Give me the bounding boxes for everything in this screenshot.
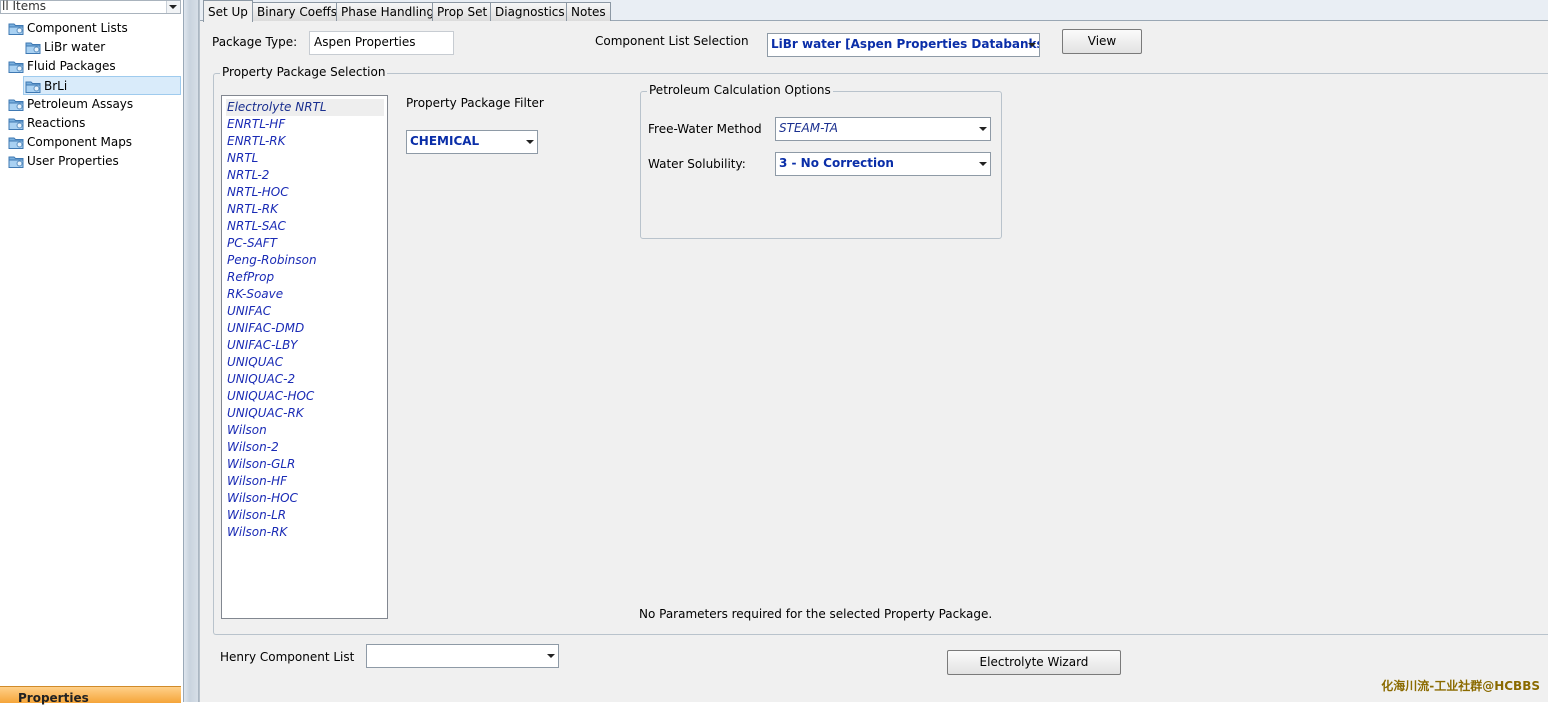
folder-icon xyxy=(8,59,24,74)
tree-item-label: User Properties xyxy=(27,154,119,168)
tree-item-label: Component Maps xyxy=(27,135,133,149)
tree-item-brli[interactable]: BrLi xyxy=(23,76,181,95)
tree-item-user-properties[interactable]: User Properties xyxy=(8,152,170,171)
property-package-item[interactable]: NRTL-SAC xyxy=(226,218,384,235)
package-type-label: Package Type: xyxy=(212,35,298,49)
folder-icon xyxy=(8,97,24,112)
property-package-item[interactable]: Wilson-LR xyxy=(226,507,384,524)
chevron-down-icon[interactable] xyxy=(1025,34,1039,56)
tree-item-label: Reactions xyxy=(27,116,86,130)
watermark-text: 化海川流-工业社群@HCBBS xyxy=(1381,679,1540,693)
property-package-item[interactable]: ENRTL-HF xyxy=(226,116,384,133)
tab-phase-handling[interactable]: Phase Handling xyxy=(336,2,440,21)
property-package-item[interactable]: Wilson-HOC xyxy=(226,490,384,507)
free-water-method-label: Free-Water Method xyxy=(648,122,762,136)
free-water-method-select[interactable]: STEAM-TA xyxy=(775,117,991,141)
no-parameters-message: No Parameters required for the selected … xyxy=(639,607,993,621)
property-package-item[interactable]: Wilson-2 xyxy=(226,439,384,456)
folder-icon xyxy=(8,135,24,150)
property-package-item[interactable]: NRTL xyxy=(226,150,384,167)
property-package-item[interactable]: RefProp xyxy=(226,269,384,286)
tree-item-label: Fluid Packages xyxy=(27,59,116,73)
property-package-item[interactable]: NRTL-2 xyxy=(226,167,384,184)
fluid-package-editor: Set Up Binary Coeffs Phase Handling Prop… xyxy=(199,0,1548,702)
package-type-field[interactable]: Aspen Properties xyxy=(309,31,454,55)
tab-set-up[interactable]: Set Up xyxy=(203,0,253,22)
tree-item-label: Petroleum Assays xyxy=(27,97,134,111)
chevron-down-icon[interactable] xyxy=(976,118,990,140)
folder-icon xyxy=(25,79,41,94)
folder-icon xyxy=(8,154,24,169)
property-package-item[interactable]: Peng-Robinson xyxy=(226,252,384,269)
property-package-item[interactable]: PC-SAFT xyxy=(226,235,384,252)
tab-binary-coeffs[interactable]: Binary Coeffs xyxy=(252,2,342,21)
property-package-item[interactable]: ENRTL-RK xyxy=(226,133,384,150)
property-package-item[interactable]: NRTL-RK xyxy=(226,201,384,218)
property-package-item[interactable]: UNIQUAC-RK xyxy=(226,405,384,422)
property-package-item[interactable]: UNIQUAC-2 xyxy=(226,371,384,388)
properties-section-bar[interactable]: Properties xyxy=(0,686,181,705)
property-package-item[interactable]: UNIQUAC xyxy=(226,354,384,371)
petroleum-calculation-options-title: Petroleum Calculation Options xyxy=(647,83,833,97)
tree-item-reactions[interactable]: Reactions xyxy=(8,114,170,133)
tree-item-label: BrLi xyxy=(44,79,68,93)
tree-item-label: Component Lists xyxy=(27,21,128,35)
pane-splitter[interactable] xyxy=(183,0,199,702)
electrolyte-wizard-button[interactable]: Electrolyte Wizard xyxy=(947,650,1121,675)
tree-item-component-maps[interactable]: Component Maps xyxy=(8,133,170,152)
component-list-select[interactable]: LiBr water [Aspen Properties Databanks] xyxy=(767,33,1040,57)
property-package-item[interactable]: Wilson xyxy=(226,422,384,439)
free-water-method-value: STEAM-TA xyxy=(779,121,838,135)
chevron-down-icon[interactable] xyxy=(523,131,537,153)
chevron-down-icon[interactable] xyxy=(976,153,990,175)
tab-notes[interactable]: Notes xyxy=(566,2,611,21)
folder-icon xyxy=(25,40,41,55)
property-package-filter-select[interactable]: CHEMICAL xyxy=(406,130,538,154)
property-package-item[interactable]: UNIQUAC-HOC xyxy=(226,388,384,405)
tree-item-fluid-packages[interactable]: Fluid Packages xyxy=(8,57,170,76)
properties-section-label: Properties xyxy=(18,691,89,705)
navigation-pane: ll Items Component Lists LiBr water Fluid … xyxy=(0,0,183,705)
tree-item-label: LiBr water xyxy=(44,40,106,54)
property-package-item[interactable]: Wilson-GLR xyxy=(226,456,384,473)
property-package-item[interactable]: UNIFAC-LBY xyxy=(226,337,384,354)
property-package-item[interactable]: Electrolyte NRTL xyxy=(226,99,384,116)
property-package-list[interactable]: Electrolyte NRTL ENRTL-HF ENRTL-RK NRTL NRTL… xyxy=(221,95,388,619)
tab-bar: Set Up Binary Coeffs Phase Handling Prop… xyxy=(200,0,1548,22)
henry-component-list-select[interactable] xyxy=(366,644,559,668)
folder-icon xyxy=(8,116,24,131)
component-list-label: Component List Selection xyxy=(595,34,749,48)
chevron-down-icon[interactable] xyxy=(544,645,558,667)
property-package-item[interactable]: UNIFAC xyxy=(226,303,384,320)
property-package-item[interactable]: UNIFAC-DMD xyxy=(226,320,384,337)
view-button[interactable]: View xyxy=(1062,29,1142,54)
property-package-item[interactable]: RK-Soave xyxy=(226,286,384,303)
water-solubility-select[interactable]: 3 - No Correction xyxy=(775,152,991,176)
property-package-item[interactable]: NRTL-HOC xyxy=(226,184,384,201)
water-solubility-value: 3 - No Correction xyxy=(779,156,894,170)
folder-icon xyxy=(8,21,24,36)
tree-item-component-lists[interactable]: Component Lists xyxy=(8,19,170,38)
tab-diagnostics[interactable]: Diagnostics xyxy=(490,2,570,21)
chevron-down-icon[interactable] xyxy=(166,1,180,13)
nav-view-selector[interactable]: ll Items xyxy=(0,0,181,14)
property-package-selection-title: Property Package Selection xyxy=(220,65,388,79)
henry-component-list-label: Henry Component List xyxy=(220,650,355,664)
property-package-item[interactable]: Wilson-HF xyxy=(226,473,384,490)
property-package-filter-value: CHEMICAL xyxy=(410,134,480,148)
property-package-filter-label: Property Package Filter xyxy=(406,96,544,110)
tab-prop-set[interactable]: Prop Set xyxy=(432,2,493,21)
tree-item-petroleum-assays[interactable]: Petroleum Assays xyxy=(8,95,170,114)
nav-view-selector-text: ll Items xyxy=(2,0,47,13)
component-list-value: LiBr water [Aspen Properties Databanks] xyxy=(771,37,1040,51)
water-solubility-label: Water Solubility: xyxy=(648,157,746,171)
property-package-item[interactable]: Wilson-RK xyxy=(226,524,384,541)
tree-item-libr-water[interactable]: LiBr water xyxy=(25,38,170,57)
